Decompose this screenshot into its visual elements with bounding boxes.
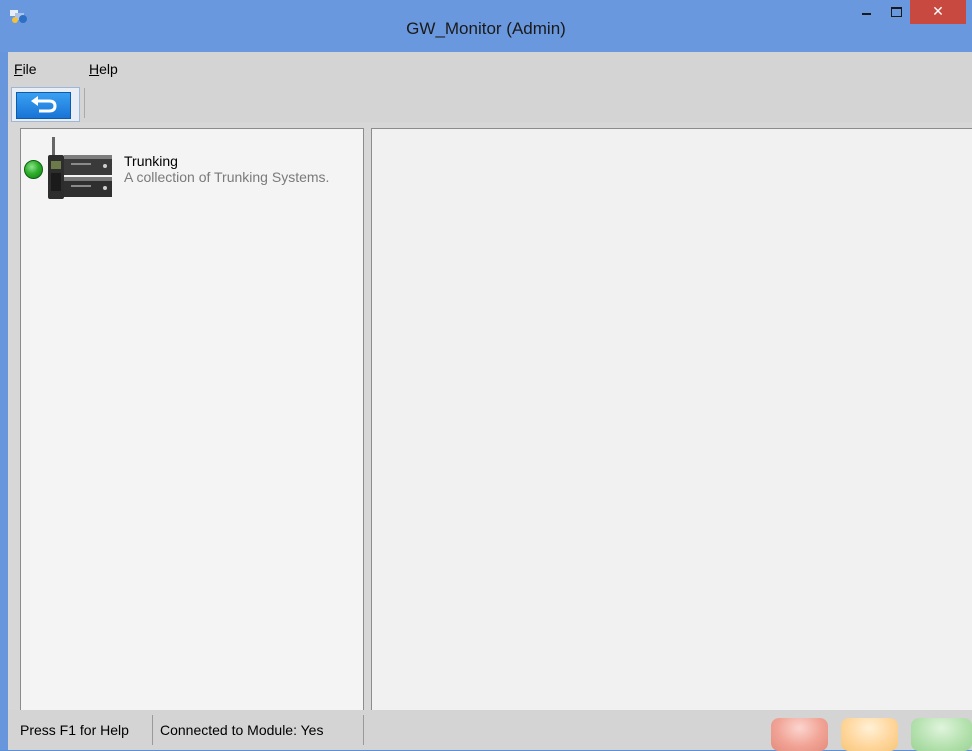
toolbar <box>8 84 972 122</box>
status-separator <box>152 715 153 745</box>
toolbar-separator <box>84 88 85 118</box>
detail-pane <box>371 128 972 711</box>
title-bar[interactable]: GW_Monitor (Admin) ✕ <box>0 0 972 52</box>
status-separator-2 <box>363 715 364 745</box>
menu-file-mnemonic: F <box>14 61 23 77</box>
app-window: GW_Monitor (Admin) ✕ File Help Trunking … <box>0 0 972 751</box>
maximize-button[interactable] <box>882 0 910 24</box>
status-online-icon <box>24 160 43 179</box>
tree-item-description: A collection of Trunking Systems. <box>124 169 330 185</box>
back-arrow-icon <box>31 96 57 113</box>
tree-item-title: Trunking <box>124 153 178 169</box>
status-help-text: Press F1 for Help <box>20 722 129 738</box>
menu-file-label: ile <box>22 61 37 77</box>
menu-help-mnemonic: H <box>89 61 100 77</box>
menu-file[interactable]: File <box>14 61 37 77</box>
yellow-light-indicator <box>841 718 898 751</box>
tree-item-trunking[interactable]: Trunking A collection of Trunking System… <box>23 133 359 201</box>
status-bar: Press F1 for Help Connected to Module: Y… <box>8 710 972 751</box>
green-light-indicator <box>911 718 972 751</box>
menu-help-label: elp <box>99 61 118 77</box>
close-button[interactable]: ✕ <box>910 0 966 24</box>
client-area: File Help Trunking A collection of Trunk… <box>8 52 972 751</box>
menu-help[interactable]: Help <box>89 61 118 77</box>
menu-bar: File Help <box>8 52 972 84</box>
back-button-face <box>16 92 71 119</box>
back-button[interactable] <box>11 87 80 122</box>
status-connection-text: Connected to Module: Yes <box>160 722 324 738</box>
trunking-device-icon <box>48 137 112 199</box>
window-title: GW_Monitor (Admin) <box>406 19 566 38</box>
navigation-tree[interactable]: Trunking A collection of Trunking System… <box>20 128 364 711</box>
red-light-indicator <box>771 718 828 751</box>
minimize-button[interactable] <box>852 0 880 24</box>
